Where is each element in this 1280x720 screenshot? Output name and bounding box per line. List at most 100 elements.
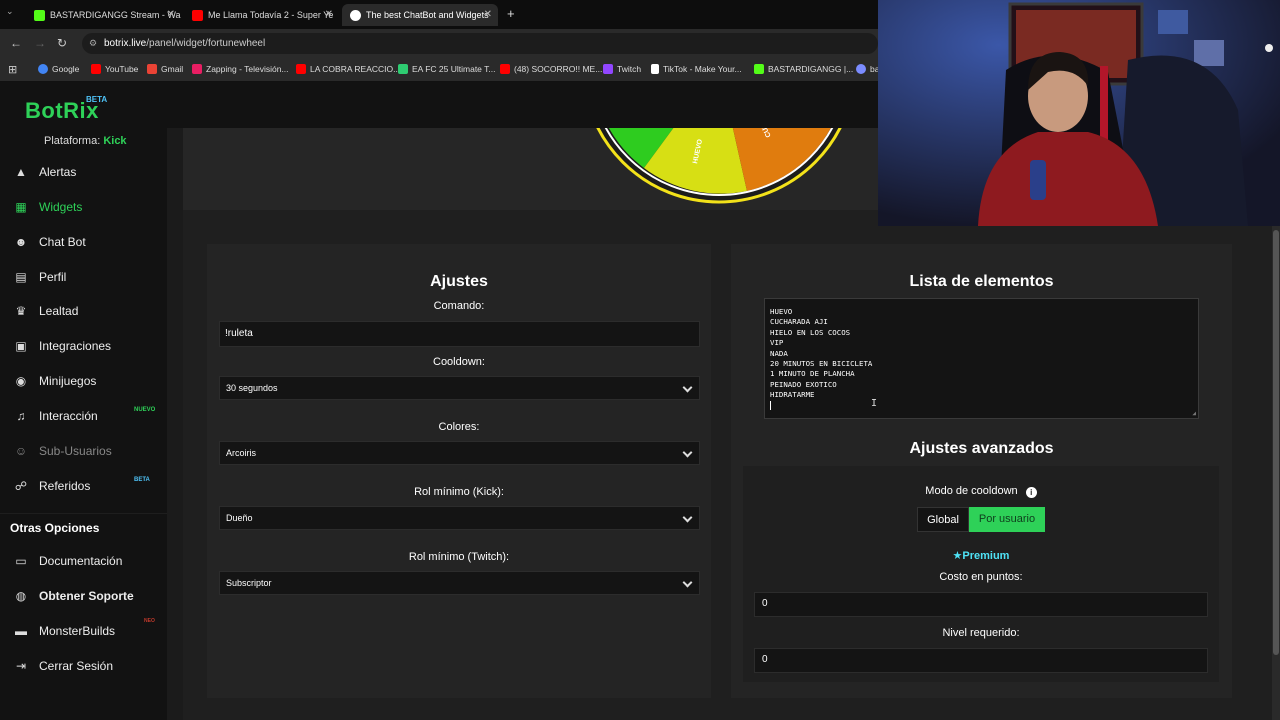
support-icon: ◍ [15, 589, 27, 603]
cooldown-mode-label: Modo de cooldown [925, 485, 1018, 497]
browser-tab-1[interactable]: BASTARDIGANGG Stream - Wa ✕ [26, 4, 181, 26]
role-twitch-select[interactable]: Subscriptor [219, 571, 700, 595]
ea-fc-icon [398, 64, 408, 74]
sidebar-item-label: Referidos [39, 479, 91, 493]
sidebar-item-label: Documentación [39, 554, 123, 568]
trophy-icon: ♛ [15, 304, 27, 318]
chevron-down-icon [682, 577, 693, 588]
back-icon[interactable]: ← [10, 36, 22, 50]
sidebar-item-obtener-soporte[interactable]: ◍ Obtener Soporte [0, 581, 167, 611]
cooldown-select[interactable]: 30 segundos [219, 376, 700, 400]
list-item: PEINADO EXOTICO [770, 379, 837, 389]
bookmark-gmail[interactable]: Gmail [147, 64, 183, 74]
gmail-icon [147, 64, 157, 74]
sidebar-item-referidos[interactable]: ☍ Referidos BETA [0, 471, 167, 501]
sidebar-item-lealtad[interactable]: ♛ Lealtad [0, 296, 167, 326]
text-cursor-icon: I [871, 398, 878, 409]
colors-value: Arcoiris [226, 448, 257, 458]
premium-label-row: ★Premium [743, 549, 1219, 562]
url-host: botrix.live [104, 38, 147, 49]
bookmark-youtube[interactable]: YouTube [91, 64, 138, 74]
light-dot [1265, 44, 1273, 52]
sidebar-item-cerrar-sesion[interactable]: ⇥ Cerrar Sesión [0, 651, 167, 681]
gamepad-icon: ◉ [15, 374, 27, 388]
sidebar-item-documentacion[interactable]: ▭ Documentación [0, 546, 167, 576]
mode-per-user-button[interactable]: Por usuario [969, 507, 1045, 532]
bookmark-label: Gmail [161, 64, 184, 74]
elements-title: Lista de elementos [909, 273, 1054, 290]
integrations-icon: ▣ [15, 339, 27, 353]
sidebar-item-perfil[interactable]: ▤ Perfil [0, 262, 167, 292]
bookmark-bastardigangg[interactable]: BASTARDIGANGG |... [754, 64, 853, 74]
elements-textarea[interactable]: HUEVO CUCHARADA AJI HIELO EN LOS COCOS V… [764, 298, 1199, 419]
bookmark-label: LA COBRA REACCIO... [310, 64, 401, 74]
beta-badge: BETA [86, 95, 108, 104]
twitch-icon [603, 64, 613, 74]
kick-icon [754, 64, 764, 74]
site-info-icon[interactable]: ⚙ [89, 33, 97, 54]
widgets-icon: ▦ [15, 200, 27, 214]
list-item: VIP [770, 338, 784, 348]
resize-handle-icon[interactable]: ◢ [1192, 410, 1196, 417]
sidebar-item-label: Alertas [39, 165, 77, 179]
cost-input[interactable]: 0 [754, 592, 1208, 617]
bookmark-twitch[interactable]: Twitch [603, 64, 641, 74]
level-label: Nivel requerido: [942, 627, 1020, 639]
app-header: BotRix BETA [0, 82, 878, 128]
sidebar-item-label: Chat Bot [39, 235, 86, 249]
close-tab-icon[interactable]: ✕ [325, 9, 333, 20]
profile-card-icon: ▤ [15, 270, 27, 284]
tab-list-icon[interactable]: ⌄ [6, 6, 14, 17]
bookmark-label: TikTok - Make Your... [663, 64, 742, 74]
platform-label: Plataforma: [44, 135, 101, 147]
youtube-icon [500, 64, 510, 74]
wall-poster [1194, 40, 1224, 66]
share-icon: ☍ [14, 479, 28, 493]
reload-icon[interactable]: ↻ [57, 36, 67, 50]
star-icon: ★ [952, 550, 963, 562]
browser-tab-2[interactable]: Me Llama Todavía 2 - Super Ye ✕ [184, 4, 339, 26]
info-icon[interactable]: i [1025, 487, 1037, 498]
beta-badge: BETA [134, 477, 150, 483]
role-twitch-value: Subscriptor [226, 578, 272, 588]
bookmark-tiktok[interactable]: TikTok - Make Your... [651, 64, 742, 74]
close-tab-icon[interactable]: ✕ [167, 9, 175, 20]
advanced-title: Ajustes avanzados [909, 440, 1054, 457]
bookmark-ea-fc[interactable]: EA FC 25 Ultimate T... [398, 64, 495, 74]
youtube-icon [192, 9, 203, 21]
sidebar-item-sub-usuarios[interactable]: ☺ Sub-Usuarios [0, 436, 167, 466]
bookmark-label: BASTARDIGANGG |... [768, 64, 854, 74]
level-input[interactable]: 0 [754, 648, 1208, 673]
sidebar-item-monsterbuilds[interactable]: ▬ MonsterBuilds NEO [0, 616, 167, 646]
sidebar-item-alertas[interactable]: ▲ Alertas [0, 157, 167, 187]
role-twitch-label: Rol mínimo (Twitch): [408, 551, 510, 563]
sidebar-item-minijuegos[interactable]: ◉ Minijuegos [0, 366, 167, 396]
scrollbar-thumb[interactable] [1273, 230, 1279, 655]
browser-toolbar: ← → ↻ ⚙ botrix.live/panel/widget/fortune… [0, 29, 878, 58]
browser-tab-3[interactable]: The best ChatBot and Widgets ✕ [342, 4, 498, 26]
sidebar-item-label: Interacción [39, 409, 98, 423]
sidebar-item-widgets[interactable]: ▦ Widgets [0, 192, 167, 222]
new-tab-button[interactable]: + [507, 6, 515, 21]
cooldown-mode-row: Modo de cooldown i [743, 485, 1219, 498]
close-tab-icon[interactable]: ✕ [484, 9, 492, 20]
sidebar-item-chat-bot[interactable]: ☻ Chat Bot [0, 227, 167, 257]
tiktok-icon [651, 64, 659, 74]
forward-icon[interactable]: → [34, 36, 46, 50]
bookmark-zapping[interactable]: Zapping - Televisión... [192, 64, 289, 74]
list-item: HUEVO [770, 307, 793, 316]
sidebar-item-label: Cerrar Sesión [39, 659, 114, 673]
apps-grid-icon[interactable]: ⊞ [8, 63, 17, 76]
bookmark-google[interactable]: Google [38, 64, 79, 74]
role-kick-select[interactable]: Dueño [219, 506, 700, 530]
bookmark-ba[interactable]: ba [856, 64, 879, 74]
list-item: 1 MINUTO DE PLANCHA [770, 369, 855, 379]
mode-global-button[interactable]: Global [917, 507, 969, 532]
sidebar-item-integraciones[interactable]: ▣ Integraciones [0, 331, 167, 361]
colors-select[interactable]: Arcoiris [219, 441, 700, 465]
command-input[interactable]: !ruleta [219, 321, 700, 347]
address-bar[interactable]: ⚙ botrix.live/panel/widget/fortunewheel [82, 33, 878, 54]
sidebar-item-interaccion[interactable]: ♫ Interacción NUEVO [0, 401, 167, 431]
bookmark-socorro[interactable]: (48) SOCORRO!! ME... [500, 64, 602, 74]
bookmark-la-cobra[interactable]: LA COBRA REACCIO... [296, 64, 400, 74]
